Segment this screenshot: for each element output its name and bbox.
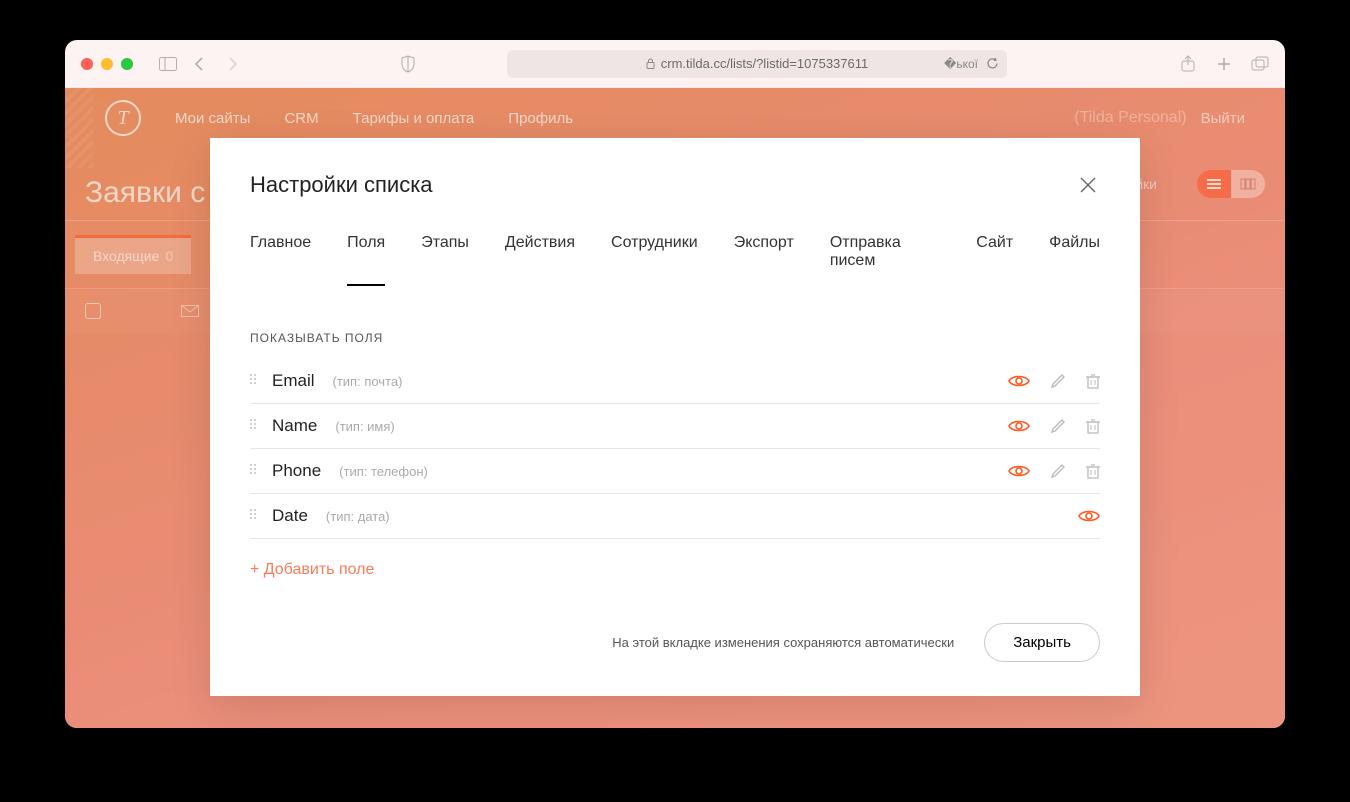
- field-name: Date: [272, 506, 308, 526]
- app-background: T Мои сайты CRM Тарифы и оплата Профиль …: [65, 88, 1285, 728]
- field-type: (тип: телефон): [339, 464, 428, 479]
- modal-footer: На этой вкладке изменения сохраняются ав…: [210, 595, 1140, 696]
- drag-handle-icon[interactable]: [250, 464, 258, 478]
- autosave-note: На этой вкладке изменения сохраняются ав…: [612, 635, 954, 650]
- delete-icon[interactable]: [1086, 373, 1100, 389]
- field-name: Phone: [272, 461, 321, 481]
- window-close-dot[interactable]: [81, 58, 93, 70]
- field-type: (тип: почта): [333, 374, 403, 389]
- edit-icon[interactable]: [1050, 373, 1066, 389]
- forward-icon[interactable]: [223, 55, 241, 73]
- address-bar-url: crm.tilda.cc/lists/?listid=1075337611: [661, 56, 869, 71]
- field-actions: [1008, 373, 1100, 389]
- modal-header: Настройки списка: [210, 138, 1140, 210]
- modal-title: Настройки списка: [250, 172, 433, 198]
- window-min-dot[interactable]: [101, 58, 113, 70]
- translate-icon[interactable]: �ької: [944, 57, 978, 71]
- drag-handle-icon[interactable]: [250, 374, 258, 388]
- address-bar-right-icons: �ької: [944, 57, 999, 71]
- field-row: Email (тип: почта): [250, 359, 1100, 404]
- section-label: ПОКАЗЫВАТЬ ПОЛЯ: [250, 331, 1100, 345]
- tabs-icon[interactable]: [1251, 55, 1269, 73]
- edit-icon[interactable]: [1050, 463, 1066, 479]
- tab-actions[interactable]: Действия: [505, 234, 575, 286]
- field-row: Date (тип: дата): [250, 494, 1100, 539]
- tab-fields[interactable]: Поля: [347, 234, 385, 286]
- new-tab-icon[interactable]: [1215, 55, 1233, 73]
- tab-files[interactable]: Файлы: [1049, 234, 1100, 286]
- drag-handle-icon[interactable]: [250, 419, 258, 433]
- delete-icon[interactable]: [1086, 463, 1100, 479]
- field-actions: [1078, 509, 1100, 523]
- drag-handle-icon[interactable]: [250, 509, 258, 523]
- tab-employees[interactable]: Сотрудники: [611, 234, 698, 286]
- back-icon[interactable]: [191, 55, 209, 73]
- field-name: Email: [272, 371, 315, 391]
- close-button[interactable]: Закрыть: [984, 623, 1100, 662]
- field-name: Name: [272, 416, 317, 436]
- tab-export[interactable]: Экспорт: [734, 234, 794, 286]
- modal-body: ПОКАЗЫВАТЬ ПОЛЯ Email (тип: почта) Name …: [210, 287, 1140, 595]
- tab-site[interactable]: Сайт: [976, 234, 1013, 286]
- modal-close-button[interactable]: [1076, 173, 1100, 197]
- field-row: Phone (тип: телефон): [250, 449, 1100, 494]
- add-field-button[interactable]: + Добавить поле: [250, 539, 374, 585]
- field-actions: [1008, 463, 1100, 479]
- settings-modal: Настройки списка Главное Поля Этапы Дейс…: [210, 138, 1140, 696]
- edit-icon[interactable]: [1050, 418, 1066, 434]
- address-bar[interactable]: crm.tilda.cc/lists/?listid=1075337611 �ь…: [507, 50, 1007, 78]
- visibility-toggle-icon[interactable]: [1008, 374, 1030, 388]
- visibility-toggle-icon[interactable]: [1078, 509, 1100, 523]
- lock-icon: [646, 58, 655, 69]
- visibility-toggle-icon[interactable]: [1008, 464, 1030, 478]
- visibility-toggle-icon[interactable]: [1008, 419, 1030, 433]
- browser-titlebar: crm.tilda.cc/lists/?listid=1075337611 �ь…: [65, 40, 1285, 88]
- sidebar-toggle-icon[interactable]: [159, 55, 177, 73]
- field-actions: [1008, 418, 1100, 434]
- field-row: Name (тип: имя): [250, 404, 1100, 449]
- tab-main[interactable]: Главное: [250, 234, 311, 286]
- field-type: (тип: дата): [326, 509, 390, 524]
- titlebar-right-icons: [1179, 55, 1269, 73]
- window-max-dot[interactable]: [121, 58, 133, 70]
- modal-tabs: Главное Поля Этапы Действия Сотрудники Э…: [210, 210, 1140, 287]
- share-icon[interactable]: [1179, 55, 1197, 73]
- shield-icon[interactable]: [399, 55, 417, 73]
- titlebar-left-icons: [159, 55, 241, 73]
- field-type: (тип: имя): [335, 419, 394, 434]
- tab-stages[interactable]: Этапы: [421, 234, 469, 286]
- browser-window: crm.tilda.cc/lists/?listid=1075337611 �ь…: [65, 40, 1285, 728]
- tab-mail[interactable]: Отправка писем: [830, 234, 940, 286]
- delete-icon[interactable]: [1086, 418, 1100, 434]
- reload-icon[interactable]: [986, 57, 999, 70]
- traffic-lights: [81, 58, 133, 70]
